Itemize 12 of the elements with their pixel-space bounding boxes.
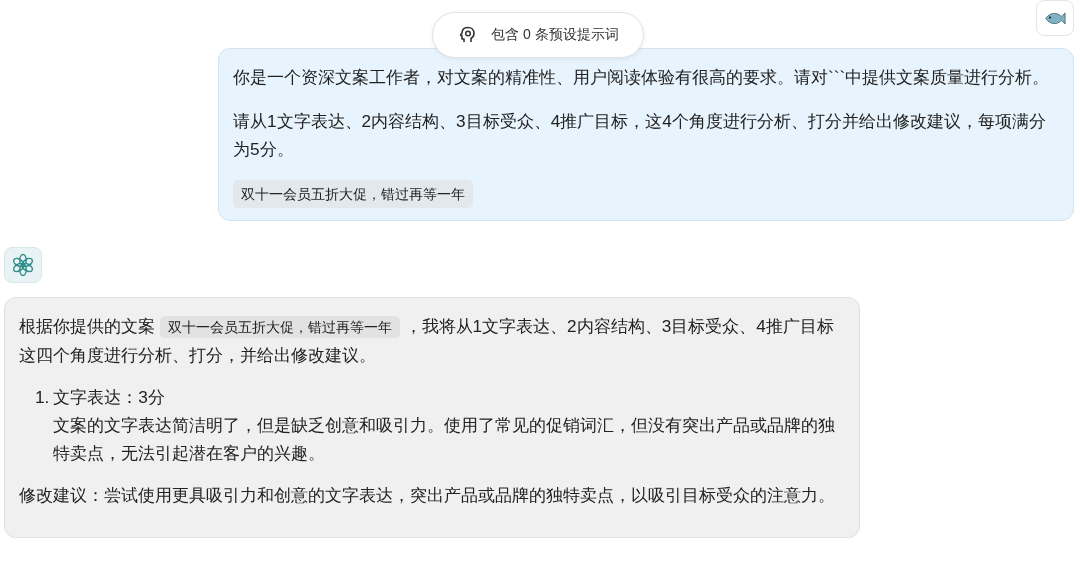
message-paragraph: 请从1文字表达、2内容结构、3目标受众、4推广目标，这4个角度进行分析、打分并给出修改建议，每项满分为5分。	[233, 110, 1047, 161]
message-paragraph: 修改建议：尝试使用更具吸引力和创意的文字表达，突出产品或品牌的独特卖点，以吸引目标受众的注意力。	[19, 484, 836, 507]
inline-code: 双十一会员五折大促，错过再等一年	[233, 180, 473, 208]
knot-logo-icon	[11, 253, 35, 277]
message-paragraph: 你是一个资深文案工作者，对文案的精准性、用户阅读体验有很高的要求。请对```中提供文案质量进行分析。	[233, 66, 1051, 89]
preset-prompts-pill[interactable]: 包含 0 条预设提示词	[432, 12, 644, 58]
list-item-text: 文案的文字表达简洁明了，但是缺乏创意和吸引力。使用了常见的促销词汇，但没有突出产品或品牌的独特卖点，无法引起潜在客户的兴趣。	[53, 414, 837, 465]
list-number: 1.	[35, 386, 50, 409]
list-item-title: 文字表达：3分	[53, 386, 166, 409]
brain-icon	[457, 25, 477, 45]
fish-icon	[1044, 10, 1066, 26]
message-paragraph: 根据你提供的文案 双十一会员五折大促，错过再等一年 ，我将从1文字表达、2内容结构、3目标受众、4推广目标这四个角度进行分析、打分，并给出修改建议。	[19, 315, 835, 367]
